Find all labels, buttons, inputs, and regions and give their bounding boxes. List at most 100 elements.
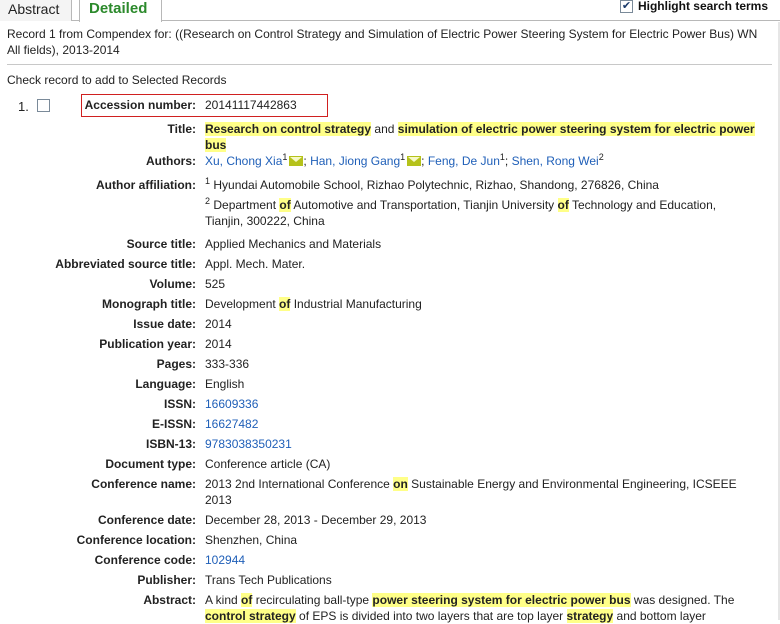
isbn-label: ISBN-13: xyxy=(145,437,196,451)
doctype-value: Conference article (CA) xyxy=(205,457,331,471)
text-segment: Industrial Manufacturing xyxy=(290,297,422,311)
conf-name-value: 2013 2nd International Conference on Sus… xyxy=(205,476,760,508)
row-conf-name: Conference name: 2013 2nd International … xyxy=(0,476,780,508)
highlighted-term: power steering system for electric power… xyxy=(372,593,631,607)
conf-date-value: December 28, 2013 - December 29, 2013 xyxy=(205,513,427,527)
author-affiliation-marker: 2 xyxy=(598,152,604,162)
isbn-link[interactable]: 9783038350231 xyxy=(205,437,292,451)
conf-code-link[interactable]: 102944 xyxy=(205,553,245,567)
highlight-label: Highlight search terms xyxy=(637,0,768,13)
row-pub-year: Publication year: 2014 xyxy=(0,336,780,352)
abstract-value: A kind of recirculating ball-type power … xyxy=(205,592,755,624)
row-issn: ISSN: 16609336 xyxy=(0,396,780,412)
text-segment: of EPS is divided into two layers that a… xyxy=(295,609,567,623)
highlighted-term: of xyxy=(557,198,569,212)
row-volume: Volume: 525 xyxy=(0,276,780,292)
text-segment: and bottom layer xyxy=(613,609,706,623)
abbrev-label: Abbreviated source title: xyxy=(55,257,196,271)
monograph-label: Monograph title: xyxy=(102,297,196,311)
text-segment: 2013 2nd International Conference xyxy=(205,477,394,491)
volume-label: Volume: xyxy=(149,277,196,291)
accession-value: 20141117442863 xyxy=(205,98,297,112)
text-segment: was designed. The xyxy=(630,593,735,607)
author-affiliation-marker: 1 xyxy=(282,152,288,162)
author-affiliation-marker: 1 xyxy=(400,152,406,162)
issue-date-value: 2014 xyxy=(205,317,232,331)
text-segment: Development xyxy=(205,297,280,311)
email-icon[interactable] xyxy=(407,156,422,166)
conf-date-label: Conference date: xyxy=(97,513,196,527)
issue-date-label: Issue date: xyxy=(133,317,196,331)
highlighted-term: of xyxy=(279,297,291,311)
row-abbrev: Abbreviated source title: Appl. Mech. Ma… xyxy=(0,256,780,272)
author-link[interactable]: Han, Jiong Gang xyxy=(310,154,400,168)
conf-location-label: Conference location: xyxy=(76,533,196,547)
highlighted-term: of xyxy=(279,198,291,212)
language-value: English xyxy=(205,377,245,391)
row-publisher: Publisher: Trans Tech Publications xyxy=(0,572,780,588)
highlight-checkbox[interactable]: ✔ xyxy=(619,0,633,13)
divider xyxy=(7,64,772,65)
highlighted-term: strategy xyxy=(566,609,614,623)
conf-location-value: Shenzhen, China xyxy=(205,533,298,547)
row-affiliation: Author affiliation: 1 Hyundai Automobile… xyxy=(0,177,780,229)
eissn-link[interactable]: 16627482 xyxy=(205,417,258,431)
tab-abstract[interactable]: Abstract xyxy=(0,0,72,21)
doctype-label: Document type: xyxy=(105,457,196,471)
tab-bar: Abstract Detailed ✔ Highlight search ter… xyxy=(0,0,780,22)
tab-detailed[interactable]: Detailed xyxy=(79,0,162,22)
accession-label: Accession number: xyxy=(84,98,196,112)
highlighted-term: Research on control strategy xyxy=(205,122,372,136)
publisher-label: Publisher: xyxy=(137,573,196,587)
issn-link[interactable]: 16609336 xyxy=(205,397,258,411)
row-conf-code: Conference code: 102944 xyxy=(0,552,780,568)
issn-label: ISSN: xyxy=(163,397,196,411)
title-value: Research on control strategy and simulat… xyxy=(205,121,760,153)
pub-year-value: 2014 xyxy=(205,337,232,351)
authors-value: Xu, Chong Xia1; Han, Jiong Gang1; Feng, … xyxy=(205,153,765,169)
row-source-title: Source title: Applied Mechanics and Mate… xyxy=(0,236,780,252)
title-label: Title: xyxy=(167,122,196,136)
author-separator: ; xyxy=(421,154,428,168)
check-record-label: Check record to add to Selected Records xyxy=(7,73,227,87)
conf-name-label: Conference name: xyxy=(91,477,196,491)
affiliation-2: 2 Department of Automotive and Transport… xyxy=(205,196,717,229)
monograph-value: Development of Industrial Manufacturing xyxy=(205,296,765,312)
pages-value: 333-336 xyxy=(205,357,250,371)
abstract-label: Abstract: xyxy=(143,593,196,607)
row-monograph: Monograph title: Development of Industri… xyxy=(0,296,780,312)
eissn-label: E-ISSN: xyxy=(151,417,196,431)
highlighted-term: control strategy xyxy=(205,609,296,623)
row-eissn: E-ISSN: 16627482 xyxy=(0,416,780,432)
affiliation-label: Author affiliation: xyxy=(96,178,196,192)
text-segment: and xyxy=(371,122,398,136)
conf-code-label: Conference code: xyxy=(94,553,196,567)
language-label: Language: xyxy=(135,377,196,391)
authors-label: Authors: xyxy=(146,154,196,168)
row-abstract: Abstract: A kind of recirculating ball-t… xyxy=(0,592,780,624)
publisher-value: Trans Tech Publications xyxy=(205,573,332,587)
affiliation-value: 1 Hyundai Automobile School, Rizhao Poly… xyxy=(205,177,750,229)
highlight-toggle[interactable]: ✔ Highlight search terms xyxy=(619,0,768,15)
volume-value: 525 xyxy=(205,277,226,291)
author-link[interactable]: Shen, Rong Wei xyxy=(512,154,599,168)
author-link[interactable]: Feng, De Jun xyxy=(428,154,500,168)
author-separator: ; xyxy=(504,154,512,168)
highlighted-term: of xyxy=(241,593,253,607)
row-authors: Authors: Xu, Chong Xia1; Han, Jiong Gang… xyxy=(0,153,780,169)
text-segment: recirculating ball-type xyxy=(252,593,373,607)
affiliation-1: 1 Hyundai Automobile School, Rizhao Poly… xyxy=(205,176,659,193)
source-title-label: Source title: xyxy=(126,237,196,251)
row-issue-date: Issue date: 2014 xyxy=(0,316,780,332)
email-icon[interactable] xyxy=(289,156,304,166)
text-segment: Automotive and Transportation, Tianjin U… xyxy=(290,198,558,212)
row-title: Title: Research on control strategy and … xyxy=(0,121,780,153)
row-language: Language: English xyxy=(0,376,780,392)
row-pages: Pages: 333-336 xyxy=(0,356,780,372)
text-segment: Department xyxy=(213,198,280,212)
author-link[interactable]: Xu, Chong Xia xyxy=(205,154,282,168)
row-accession: Accession number: 20141117442863 xyxy=(0,97,780,113)
source-title-value: Applied Mechanics and Materials xyxy=(205,237,382,251)
pub-year-label: Publication year: xyxy=(99,337,196,351)
row-doctype: Document type: Conference article (CA) xyxy=(0,456,780,472)
